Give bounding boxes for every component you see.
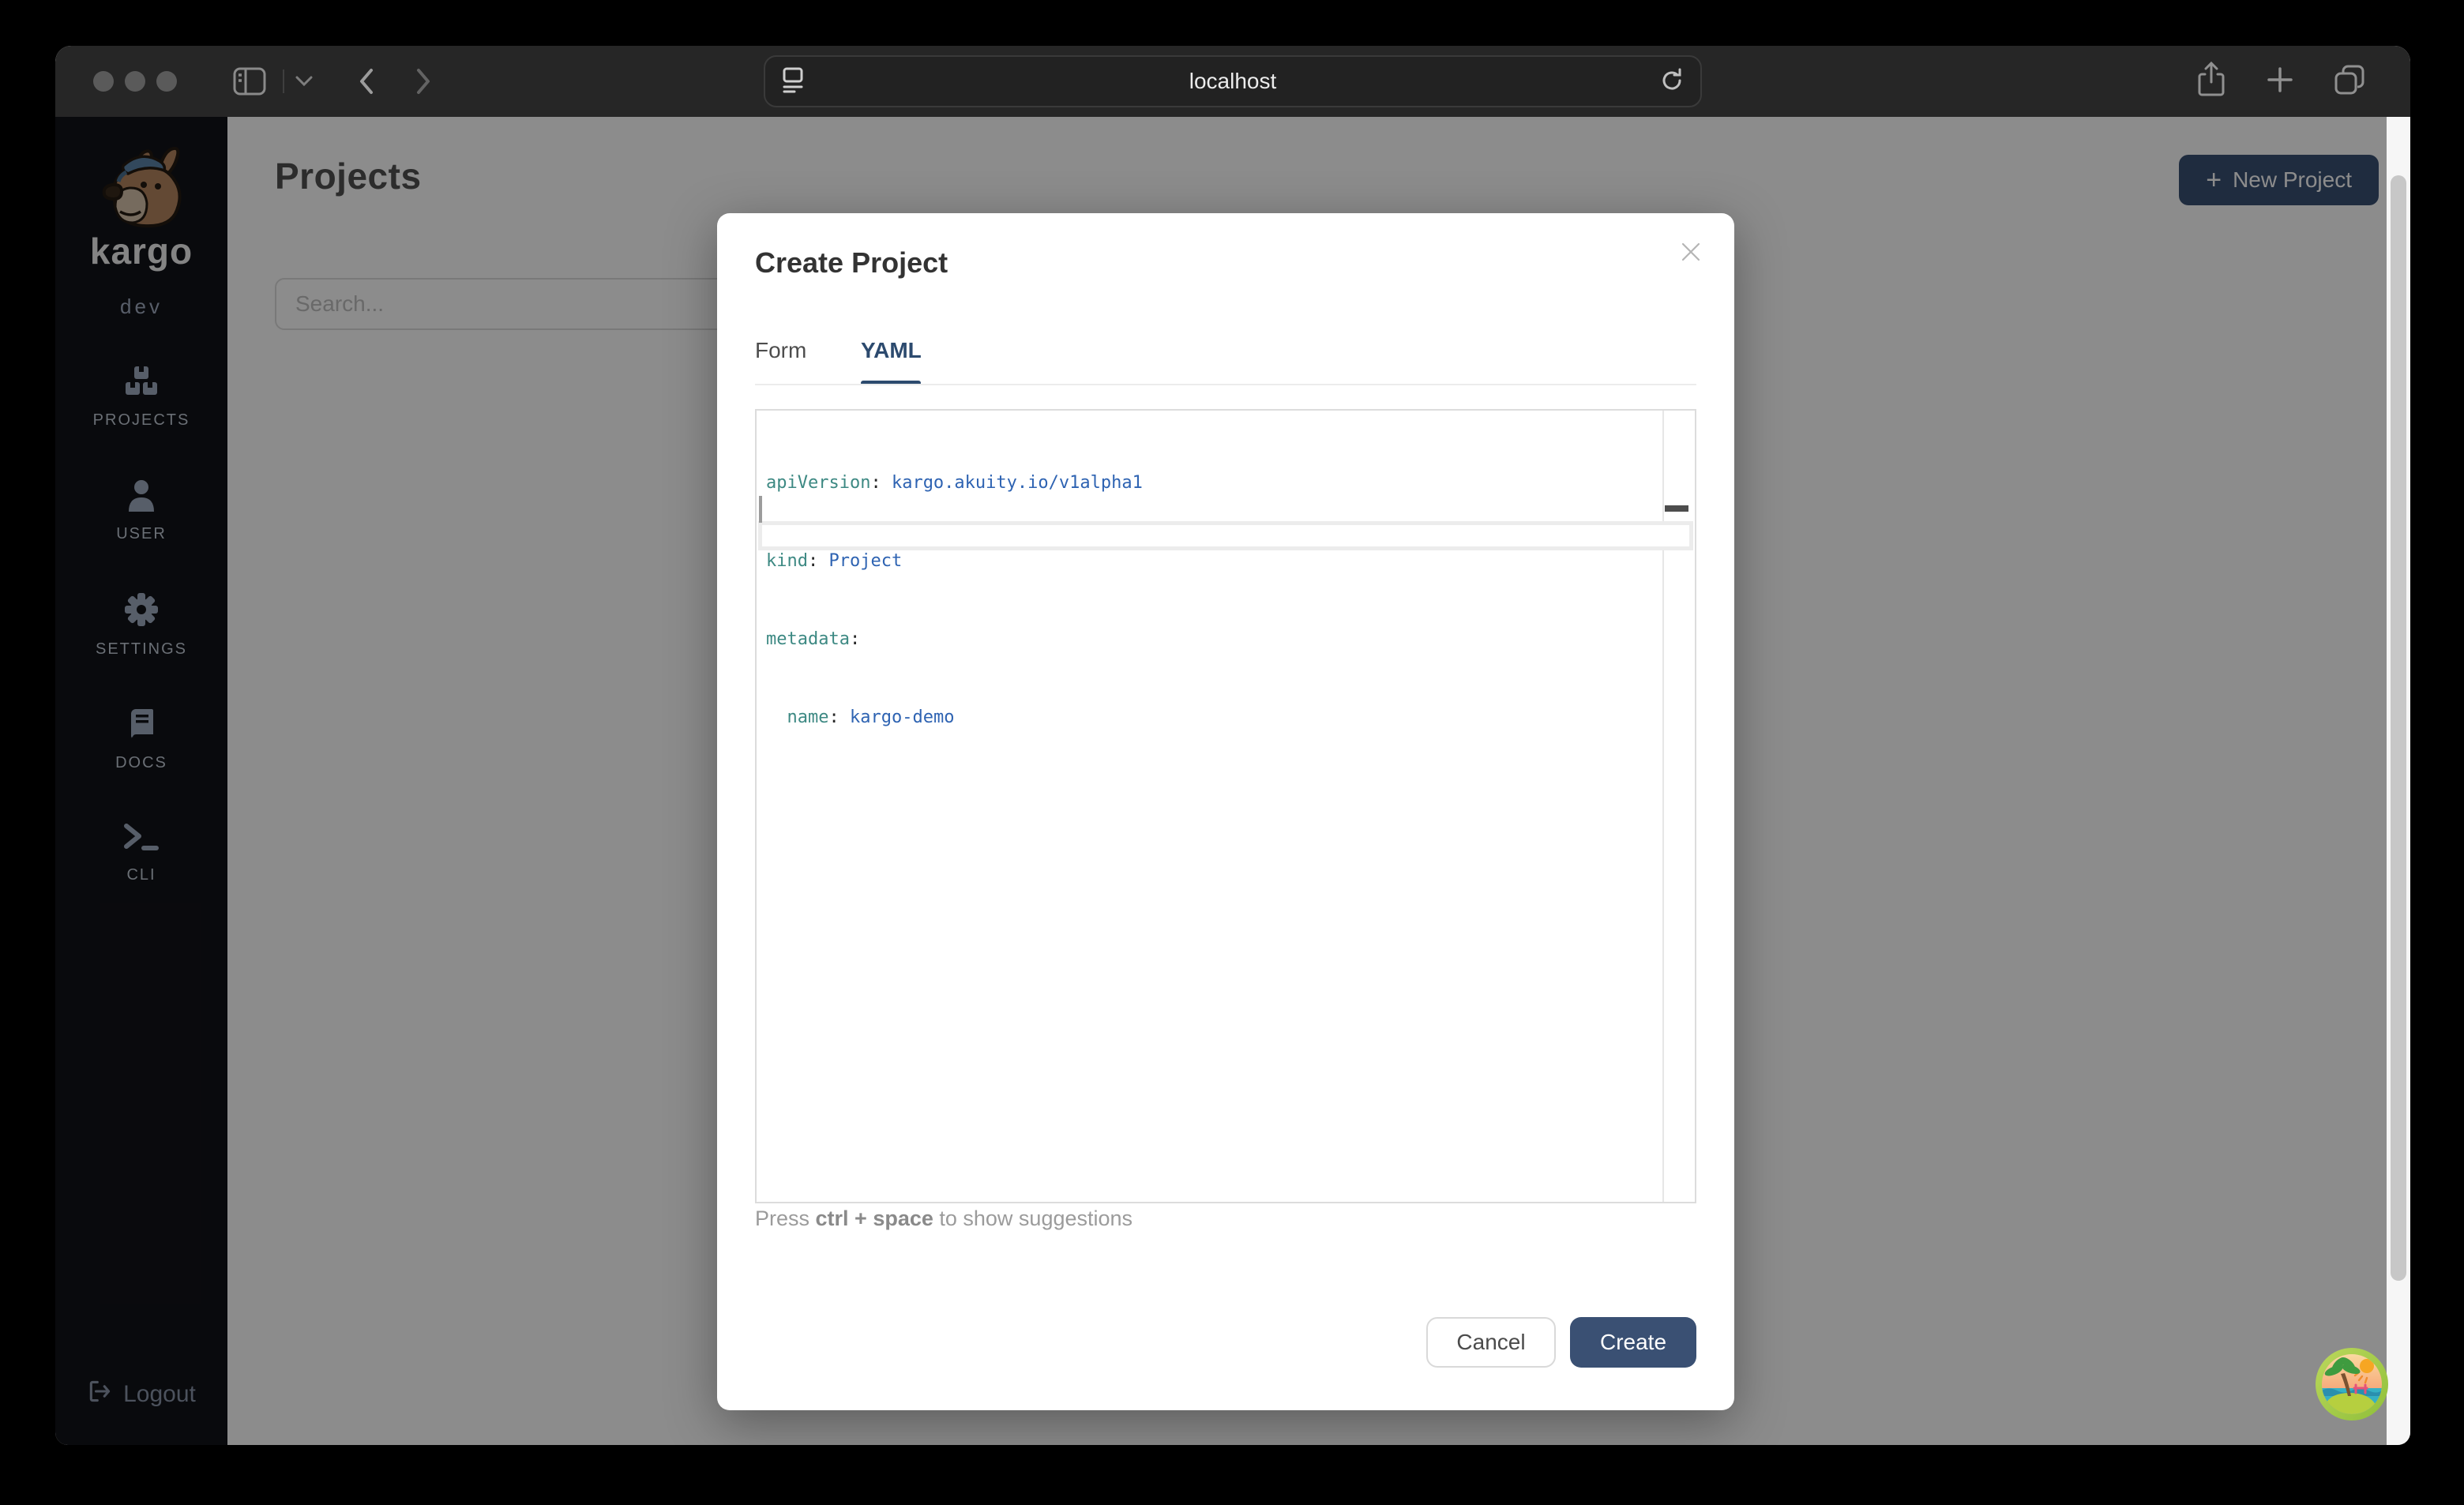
close-icon[interactable]: [1679, 240, 1703, 268]
modal-footer: Cancel Create: [1426, 1317, 1696, 1368]
yaml-editor[interactable]: apiVersion: kargo.akuity.io/v1alpha1 kin…: [755, 409, 1696, 1203]
modal-title: Create Project: [755, 246, 948, 280]
browser-titlebar: localhost: [55, 46, 2410, 117]
sidebar-toggle-icon[interactable]: [232, 66, 267, 96]
overview-ruler-mark: [1665, 505, 1688, 512]
reload-icon[interactable]: [1659, 67, 1685, 96]
back-icon[interactable]: [359, 68, 374, 95]
page-icon: [781, 66, 806, 97]
tab-divider: [755, 384, 1696, 385]
tropical-island-badge[interactable]: [2315, 1347, 2389, 1421]
forward-icon[interactable]: [415, 68, 431, 95]
editor-hint: Press ctrl + space to show suggestions: [755, 1207, 1132, 1231]
zoom-window-button[interactable]: [156, 71, 177, 92]
text-cursor: [759, 496, 762, 523]
code-line: apiVersion: kargo.akuity.io/v1alpha1: [766, 470, 1143, 496]
yaml-code: apiVersion: kargo.akuity.io/v1alpha1 kin…: [766, 418, 1143, 783]
scrollbar-track[interactable]: [2387, 117, 2410, 1445]
code-line: name: kargo-demo: [766, 704, 1143, 730]
url-text: localhost: [806, 69, 1659, 94]
chevron-down-icon[interactable]: [295, 76, 313, 87]
cancel-button[interactable]: Cancel: [1426, 1317, 1556, 1368]
titlebar-right-icons: [2195, 46, 2366, 117]
toolbar-divider: [283, 69, 284, 93]
create-project-modal: Create Project Form YAML apiVersion: kar…: [717, 213, 1734, 1410]
active-line-highlight: [758, 521, 1693, 550]
new-tab-icon[interactable]: [2265, 65, 2295, 99]
code-line: kind: Project: [766, 548, 1143, 574]
create-button[interactable]: Create: [1570, 1317, 1696, 1368]
scrollbar-thumb[interactable]: [2391, 175, 2406, 1281]
share-icon[interactable]: [2195, 62, 2227, 102]
close-window-button[interactable]: [93, 71, 114, 92]
tab-form[interactable]: Form: [755, 338, 806, 363]
code-line: metadata:: [766, 626, 1143, 652]
browser-window: localhost: [55, 46, 2410, 1445]
tab-yaml[interactable]: YAML: [861, 338, 922, 363]
minimize-window-button[interactable]: [125, 71, 145, 92]
address-bar[interactable]: localhost: [764, 55, 1702, 107]
tab-overview-icon[interactable]: [2333, 63, 2366, 100]
